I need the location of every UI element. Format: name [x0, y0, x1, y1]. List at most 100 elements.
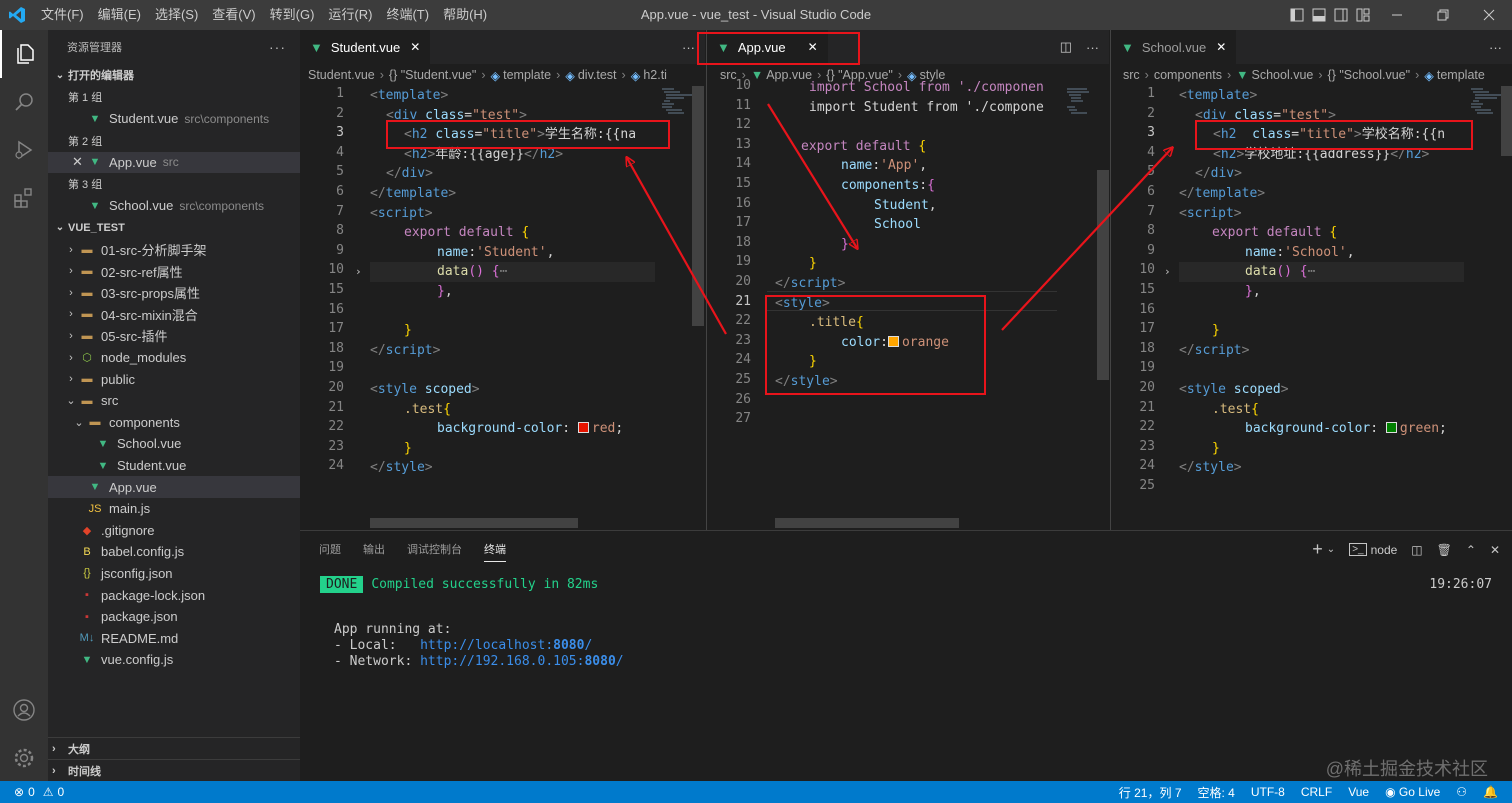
network-port[interactable]: 8080 [584, 654, 615, 669]
toggle-secondary-sidebar-icon[interactable] [1330, 0, 1352, 30]
maximize-panel-icon[interactable]: ⌃ [1466, 543, 1476, 557]
file-item[interactable]: ▼ vue.config.js [48, 649, 300, 671]
breadcrumb-item[interactable]: App.vue [766, 68, 812, 82]
file-item[interactable]: ▪ package.json [48, 606, 300, 628]
menu-selection[interactable]: 选择(S) [148, 0, 205, 30]
code-editor[interactable]: 10 11 12 13 14 15 16 17 18 19 20 21 22 2… [707, 78, 1109, 530]
close-window-icon[interactable] [1466, 0, 1512, 30]
folder-item[interactable]: › ▬ 05-src-插件 [48, 325, 300, 347]
go-live-button[interactable]: ◉ Go Live [1385, 785, 1440, 799]
minimize-icon[interactable] [1374, 0, 1420, 30]
color-swatch-orange[interactable] [887, 335, 899, 347]
minimap[interactable] [1065, 86, 1109, 146]
folder-item[interactable]: › ▬ public [48, 368, 300, 390]
folder-item[interactable]: › ▬ 04-src-mixin混合 [48, 304, 300, 326]
indentation[interactable]: 空格: 4 [1198, 784, 1235, 801]
breadcrumb-item[interactable]: template [503, 68, 551, 82]
tab-student-vue[interactable]: ▼ Student.vue ✕ [300, 30, 432, 64]
fold-chevron-icon[interactable]: › [1164, 265, 1171, 278]
encoding[interactable]: UTF-8 [1251, 785, 1285, 799]
file-item[interactable]: JS main.js [48, 498, 300, 520]
breadcrumb-item[interactable]: components [1154, 68, 1222, 82]
vertical-scrollbar[interactable] [1097, 170, 1109, 380]
folder-item[interactable]: ⌄ ▬ components [48, 412, 300, 434]
open-editors-section[interactable]: ⌄ 打开的编辑器 [48, 64, 300, 86]
horizontal-scrollbar[interactable] [370, 518, 578, 528]
code-editor[interactable]: 1 2 3 4 5 6 7 8 9 10 15 16 17 18 19 20 2… [1111, 86, 1512, 530]
project-section[interactable]: ⌄ VUE_TEST [48, 217, 300, 239]
color-swatch-green[interactable] [1385, 422, 1397, 434]
breadcrumb-item[interactable]: School.vue [1252, 68, 1314, 82]
chevron-down-icon[interactable]: ⌄ [1327, 544, 1335, 555]
code-editor[interactable]: 1 2 3 4 5 6 7 8 9 10 15 16 17 18 19 20 2… [300, 86, 705, 530]
terminal-icon[interactable]: >_ [1349, 543, 1367, 556]
network-url[interactable]: http://192.168.0.105: [420, 654, 584, 669]
local-url[interactable]: http://localhost: [420, 638, 553, 653]
close-icon[interactable]: ✕ [1216, 40, 1226, 54]
toggle-panel-icon[interactable] [1308, 0, 1330, 30]
network-url-end[interactable]: / [616, 654, 624, 669]
open-editor-school[interactable]: ▼ School.vue src\components [48, 195, 300, 217]
close-icon[interactable]: ✕ [72, 154, 86, 170]
horizontal-scrollbar[interactable] [775, 518, 959, 528]
tab-problems[interactable]: 问题 [319, 541, 341, 562]
menu-go[interactable]: 转到(G) [263, 0, 322, 30]
search-icon[interactable] [0, 78, 48, 126]
account-icon[interactable] [0, 686, 48, 734]
notifications-bell-icon[interactable]: 🔔 [1483, 785, 1498, 799]
toggle-sidebar-icon[interactable] [1286, 0, 1308, 30]
local-port[interactable]: 8080 [553, 638, 584, 653]
vertical-scrollbar[interactable] [1501, 86, 1512, 156]
tab-terminal[interactable]: 终端 [484, 541, 506, 562]
customize-layout-icon[interactable] [1352, 0, 1374, 30]
new-terminal-icon[interactable]: + [1312, 539, 1323, 560]
breadcrumb-item[interactable]: {} "Student.vue" [389, 68, 476, 82]
close-icon[interactable]: ✕ [808, 40, 818, 54]
accounts-icon[interactable]: ⚇ [1456, 785, 1467, 799]
more-actions-icon[interactable]: ··· [682, 40, 695, 55]
menu-edit[interactable]: 编辑(E) [91, 0, 148, 30]
folder-item[interactable]: › ▬ 01-src-分析脚手架 [48, 239, 300, 261]
close-icon[interactable]: ✕ [410, 40, 420, 54]
menu-file[interactable]: 文件(F) [34, 0, 91, 30]
end-of-line[interactable]: CRLF [1301, 785, 1332, 799]
cursor-position[interactable]: 行 21，列 7 [1119, 784, 1182, 801]
menu-view[interactable]: 查看(V) [205, 0, 262, 30]
language-mode[interactable]: Vue [1348, 785, 1369, 799]
run-debug-icon[interactable] [0, 126, 48, 174]
tab-debug-console[interactable]: 调试控制台 [407, 541, 462, 562]
folder-item[interactable]: › ⬡ node_modules [48, 347, 300, 369]
menu-terminal[interactable]: 终端(T) [379, 0, 436, 30]
more-actions-icon[interactable]: ··· [1086, 40, 1099, 55]
file-item[interactable]: ▼ Student.vue [48, 455, 300, 477]
trash-icon[interactable]: 🗑 [1437, 543, 1452, 557]
tab-school-vue[interactable]: ▼ School.vue ✕ [1111, 30, 1238, 64]
menu-run[interactable]: 运行(R) [321, 0, 379, 30]
restore-icon[interactable] [1420, 0, 1466, 30]
timeline-section[interactable]: › 时间线 [48, 759, 300, 781]
folder-item[interactable]: › ▬ 03-src-props属性 [48, 282, 300, 304]
problems-status[interactable]: ⊗ 0 ⚠ 0 [0, 785, 64, 799]
menu-help[interactable]: 帮助(H) [436, 0, 494, 30]
terminal-name[interactable]: node [1371, 543, 1398, 557]
settings-gear-icon[interactable] [0, 734, 48, 782]
more-actions-icon[interactable]: ··· [269, 39, 286, 55]
breadcrumb-item[interactable]: src [1123, 68, 1140, 82]
open-editor-app[interactable]: ✕ ▼ App.vue src [48, 151, 300, 174]
open-editor-student[interactable]: ▼ Student.vue src\components [48, 108, 300, 130]
file-item[interactable]: Bbabel.config.js [48, 541, 300, 563]
breadcrumb-item[interactable]: div.test [578, 68, 617, 82]
file-item[interactable]: ▪ package-lock.json [48, 584, 300, 606]
outline-section[interactable]: › 大纲 [48, 737, 300, 759]
folder-item[interactable]: › ▬ 02-src-ref属性 [48, 260, 300, 282]
color-swatch-red[interactable] [577, 422, 589, 434]
file-item[interactable]: ◆ .gitignore [48, 520, 300, 542]
tab-app-vue[interactable]: ▼ App.vue ✕ [707, 30, 829, 64]
extensions-icon[interactable] [0, 174, 48, 222]
breadcrumb-item[interactable]: h2.ti [643, 68, 667, 82]
split-terminal-icon[interactable]: ◫ [1411, 543, 1422, 557]
breadcrumb-item[interactable]: Student.vue [308, 68, 375, 82]
terminal-output[interactable]: DONE Compiled successfully in 82ms 19:26:0… [320, 574, 1492, 670]
file-item[interactable]: ▼ App.vue [48, 476, 300, 498]
close-panel-icon[interactable]: ✕ [1490, 543, 1500, 557]
